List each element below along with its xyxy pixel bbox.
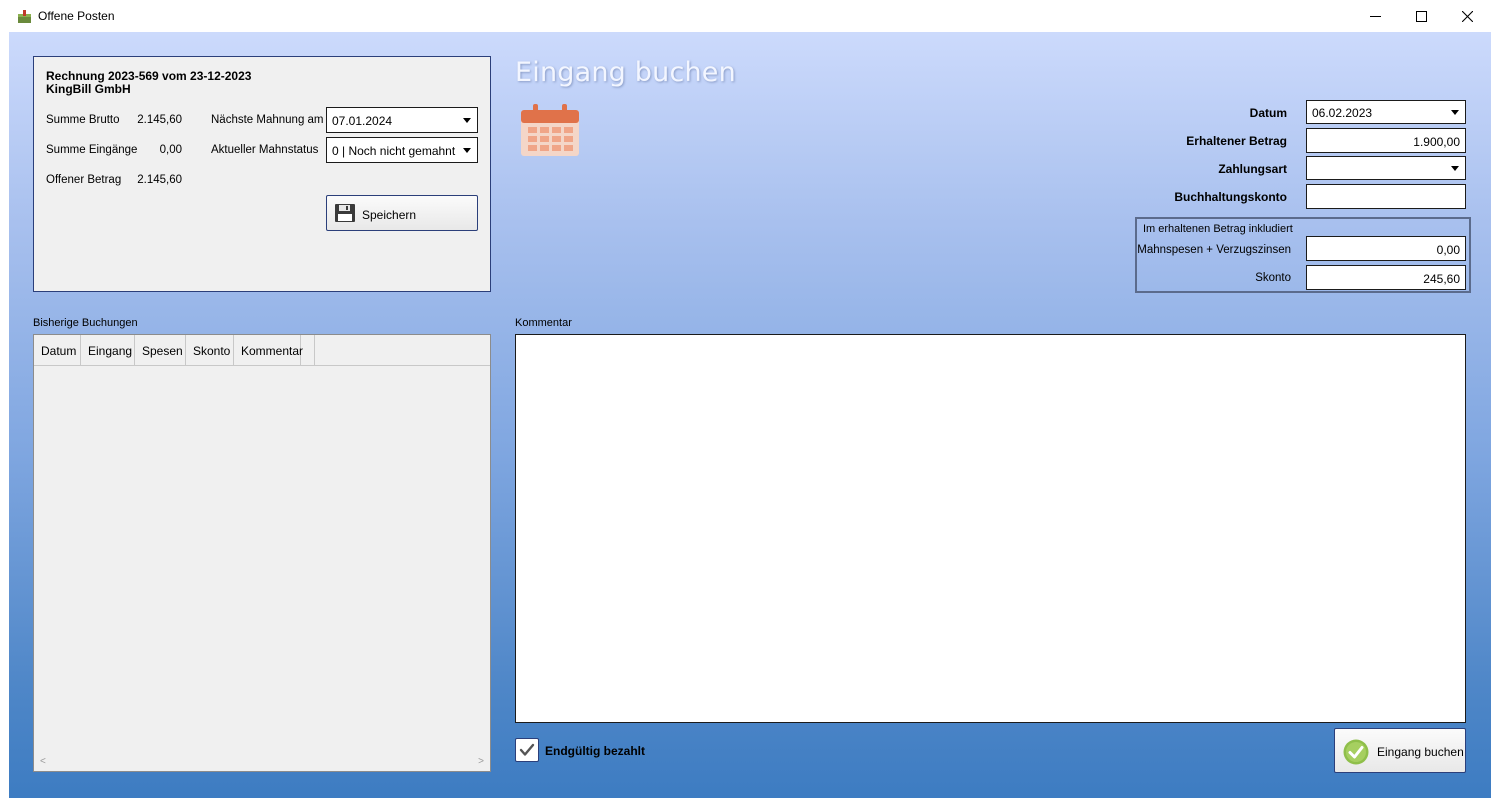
minimize-icon <box>1369 15 1381 17</box>
chevron-down-icon[interactable] <box>457 138 477 162</box>
chevron-down-icon[interactable] <box>1445 157 1465 179</box>
summe-eingaenge-value: 0,00 <box>159 144 182 156</box>
skonto-input[interactable]: 245,60 <box>1306 265 1466 290</box>
column-header-skonto[interactable]: Skonto <box>186 335 234 365</box>
title-bar: Offene Posten <box>0 0 1500 32</box>
history-section-label: Bisherige Buchungen <box>33 317 138 329</box>
floppy-disk-icon <box>335 204 355 222</box>
mahnspesen-input[interactable]: 0,00 <box>1306 236 1466 261</box>
table-header: Datum Eingang Spesen Skonto Kommentar <box>34 335 490 366</box>
column-header-extra[interactable] <box>301 335 315 365</box>
summe-brutto-value: 2.145,60 <box>137 114 182 126</box>
datum-label: Datum <box>1249 106 1287 120</box>
datum-value: 06.02.2023 <box>1312 106 1373 120</box>
save-label: Speichern <box>362 208 417 222</box>
naechste-mahnung-value: 07.01.2024 <box>332 114 393 128</box>
eingang-buchen-button[interactable]: Eingang buchen <box>1334 728 1466 773</box>
mahnspesen-label: Mahnspesen + Verzugszinsen <box>1137 244 1291 256</box>
window-title: Offene Posten <box>38 9 115 23</box>
save-button[interactable]: Speichern <box>326 195 478 231</box>
endgueltig-bezahlt-label: Endgültig bezahlt <box>545 744 645 758</box>
offener-betrag-label: Offener Betrag <box>46 174 122 186</box>
page-title: Eingang buchen <box>515 57 736 88</box>
buchhaltungskonto-label: Buchhaltungskonto <box>1174 190 1287 204</box>
erhaltener-betrag-label: Erhaltener Betrag <box>1186 134 1287 148</box>
maximize-icon <box>1415 10 1427 22</box>
invoice-summary-panel: Rechnung 2023-569 vom 23-12-2023 KingBil… <box>33 56 491 292</box>
history-table[interactable]: Datum Eingang Spesen Skonto Kommentar < … <box>33 334 491 772</box>
endgueltig-bezahlt-checkbox[interactable] <box>515 738 539 762</box>
eingang-buchen-label: Eingang buchen <box>1377 745 1464 759</box>
client-area: Rechnung 2023-569 vom 23-12-2023 KingBil… <box>9 32 1491 798</box>
mahnstatus-value: 0 | Noch nicht gemahnt <box>332 144 456 158</box>
scroll-left-icon[interactable]: < <box>40 756 46 767</box>
column-header-kommentar[interactable]: Kommentar <box>234 335 303 365</box>
skonto-value: 245,60 <box>1423 272 1460 286</box>
comment-textarea[interactable] <box>515 334 1466 723</box>
column-header-spesen[interactable]: Spesen <box>135 335 186 365</box>
included-amounts-group: Im erhaltenen Betrag inkludiert Mahnspes… <box>1135 217 1471 293</box>
summe-brutto-label: Summe Brutto <box>46 114 120 126</box>
app-icon <box>18 10 31 23</box>
window: Offene Posten Rechnung 2023-569 vom 23-1… <box>0 0 1500 800</box>
minimize-button[interactable] <box>1352 0 1398 32</box>
mahnspesen-value: 0,00 <box>1436 243 1460 257</box>
check-circle-icon <box>1343 739 1369 765</box>
summe-eingaenge-label: Summe Eingänge <box>46 144 138 156</box>
skonto-label: Skonto <box>1255 272 1291 284</box>
zahlungsart-select[interactable] <box>1306 156 1466 180</box>
close-button[interactable] <box>1444 0 1490 32</box>
offener-betrag-value: 2.145,60 <box>137 174 182 186</box>
naechste-mahnung-datepicker[interactable]: 07.01.2024 <box>326 107 478 133</box>
mahnstatus-label: Aktueller Mahnstatus <box>211 144 319 156</box>
chevron-down-icon[interactable] <box>1445 101 1465 123</box>
buchhaltungskonto-input[interactable] <box>1306 184 1466 209</box>
checkmark-icon <box>519 743 535 756</box>
calendar-icon <box>521 104 579 156</box>
naechste-mahnung-label: Nächste Mahnung am <box>211 114 324 126</box>
close-icon <box>1461 10 1473 22</box>
column-header-datum[interactable]: Datum <box>34 335 81 365</box>
included-title: Im erhaltenen Betrag inkludiert <box>1143 223 1293 235</box>
customer-name: KingBill GmbH <box>46 82 131 96</box>
scroll-right-icon[interactable]: > <box>478 756 484 767</box>
erhaltener-betrag-value: 1.900,00 <box>1413 135 1460 149</box>
mahnstatus-select[interactable]: 0 | Noch nicht gemahnt <box>326 137 478 163</box>
maximize-button[interactable] <box>1398 0 1444 32</box>
comment-section-label: Kommentar <box>515 317 572 329</box>
datum-datepicker[interactable]: 06.02.2023 <box>1306 100 1466 124</box>
column-header-eingang[interactable]: Eingang <box>81 335 135 365</box>
chevron-down-icon[interactable] <box>457 108 477 132</box>
invoice-title: Rechnung 2023-569 vom 23-12-2023 KingBil… <box>46 70 251 96</box>
zahlungsart-label: Zahlungsart <box>1218 162 1287 176</box>
erhaltener-betrag-input[interactable]: 1.900,00 <box>1306 128 1466 153</box>
